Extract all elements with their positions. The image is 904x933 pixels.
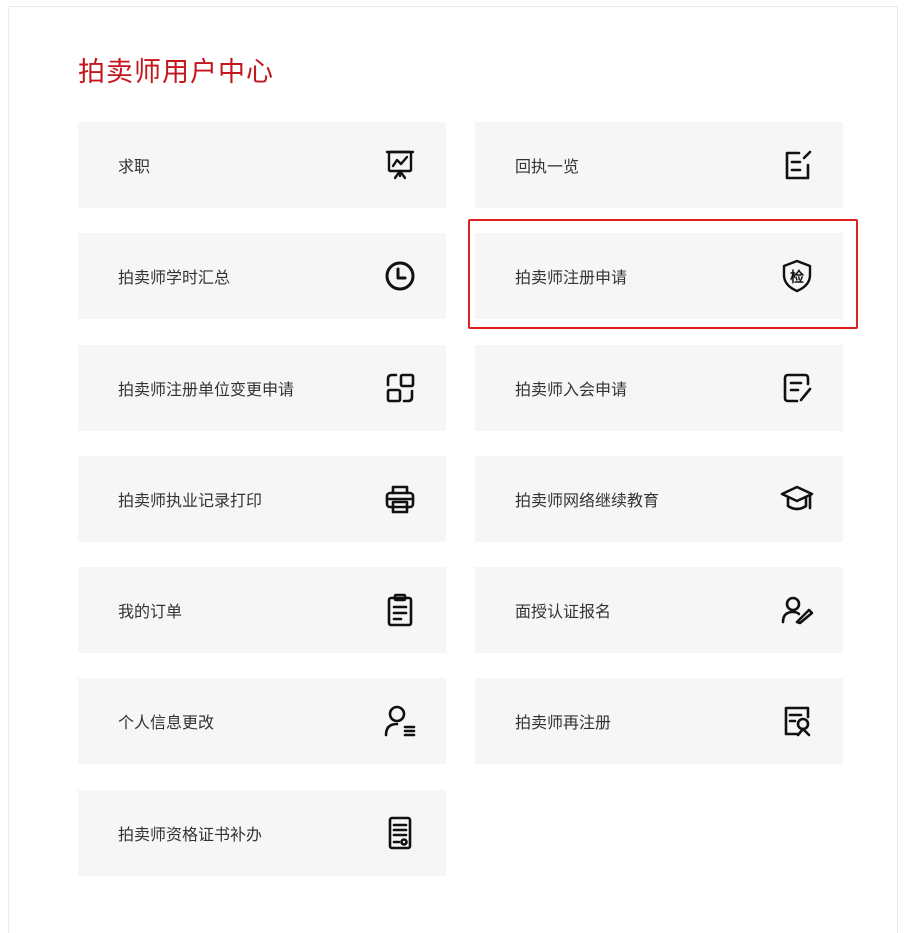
certificate-icon <box>382 815 418 851</box>
clock-icon <box>382 258 418 294</box>
document-search-icon <box>779 703 815 739</box>
printer-icon <box>382 481 418 517</box>
tile-certificate-reissue[interactable]: 拍卖师资格证书补办 <box>78 790 446 876</box>
graduation-cap-icon <box>779 481 815 517</box>
clipboard-icon <box>382 592 418 628</box>
tile-label: 拍卖师注册申请 <box>515 268 628 287</box>
user-sign-icon <box>779 592 815 628</box>
tile-label: 拍卖师再注册 <box>515 713 612 732</box>
edit-document-icon <box>779 147 815 183</box>
tile-membership-application[interactable]: 拍卖师入会申请 <box>475 345 843 431</box>
tile-unit-change-application[interactable]: 拍卖师注册单位变更申请 <box>78 345 446 431</box>
inspection-badge-glyph: 检 <box>790 269 804 286</box>
user-list-icon <box>382 703 418 739</box>
tile-my-orders[interactable]: 我的订单 <box>78 567 446 653</box>
tile-study-hours[interactable]: 拍卖师学时汇总 <box>78 233 446 319</box>
tile-label: 拍卖师学时汇总 <box>118 268 231 287</box>
inspection-shield-icon: 检 <box>779 258 815 294</box>
tile-online-education[interactable]: 拍卖师网络继续教育 <box>475 456 843 542</box>
tile-label: 拍卖师网络继续教育 <box>515 491 660 510</box>
tile-personal-info-change[interactable]: 个人信息更改 <box>78 678 446 764</box>
tile-label: 面授认证报名 <box>515 602 612 621</box>
tile-face-to-face-certification[interactable]: 面授认证报名 <box>475 567 843 653</box>
tile-label: 拍卖师资格证书补办 <box>118 825 263 844</box>
tile-label: 拍卖师执业记录打印 <box>118 491 263 510</box>
tile-label: 个人信息更改 <box>118 713 215 732</box>
tile-job-seeking[interactable]: 求职 <box>78 122 446 208</box>
tile-label: 拍卖师注册单位变更申请 <box>118 380 295 399</box>
tile-re-registration[interactable]: 拍卖师再注册 <box>475 678 843 764</box>
tile-practice-record-print[interactable]: 拍卖师执业记录打印 <box>78 456 446 542</box>
tile-registration-application[interactable]: 拍卖师注册申请 检 <box>475 233 843 319</box>
page-title: 拍卖师用户中心 <box>78 57 274 88</box>
form-pen-icon <box>779 370 815 406</box>
tile-receipt-list[interactable]: 回执一览 <box>475 122 843 208</box>
tile-label: 回执一览 <box>515 157 580 176</box>
presentation-chart-icon <box>382 147 418 183</box>
tile-label: 求职 <box>118 157 151 176</box>
switch-frames-icon <box>382 370 418 406</box>
tile-label: 我的订单 <box>118 602 183 621</box>
tile-label: 拍卖师入会申请 <box>515 380 628 399</box>
